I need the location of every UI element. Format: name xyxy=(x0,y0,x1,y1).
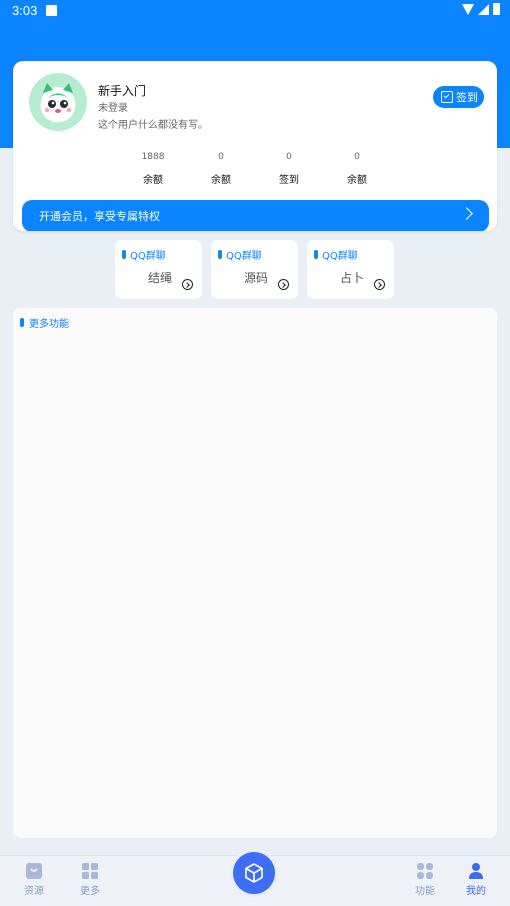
cube-icon xyxy=(245,863,263,883)
chevron-right-icon xyxy=(460,207,473,220)
stat-item[interactable]: 0 余额 xyxy=(327,152,387,186)
function-name: 占卜 xyxy=(340,271,365,285)
tab-label: 资源 xyxy=(24,886,44,897)
vip-banner[interactable]: 开通会员，享受专属特权 xyxy=(22,200,489,231)
signal-icon xyxy=(478,3,489,15)
more-functions-panel: 更多功能 xyxy=(13,308,497,838)
tab-label: 我的 xyxy=(466,886,486,897)
profile-card: 新手入门 未登录 这个用户什么都没有写。 签到 1888 余额 0 余额 0 签… xyxy=(13,61,497,231)
person-icon xyxy=(469,863,483,879)
stats-row: 1888 余额 0 余额 0 签到 0 余额 xyxy=(118,152,428,188)
status-bar: 3:03 xyxy=(0,0,510,22)
function-tag: QQ群聊 xyxy=(122,247,166,262)
stat-label: 签到 xyxy=(279,175,299,186)
stat-item[interactable]: 0 余额 xyxy=(191,152,251,186)
bag-icon xyxy=(26,863,42,879)
center-action-button[interactable] xyxy=(230,849,278,897)
wifi-icon xyxy=(462,3,474,15)
section-title: 更多功能 xyxy=(20,315,69,330)
tag-marker xyxy=(122,250,126,259)
signin-button[interactable]: 签到 xyxy=(433,86,484,108)
signin-label: 签到 xyxy=(456,91,478,104)
system-icons xyxy=(462,3,500,15)
arrow-circle-right-icon xyxy=(374,279,385,290)
vip-banner-text: 开通会员，享受专属特权 xyxy=(39,210,160,223)
login-status[interactable]: 未登录 xyxy=(98,99,128,114)
calendar-check-icon xyxy=(441,91,453,103)
cat-avatar-icon xyxy=(41,83,75,121)
user-bio: 这个用户什么都没有写。 xyxy=(98,120,208,131)
stat-value: 0 xyxy=(354,152,360,162)
function-name: 源码 xyxy=(244,271,269,285)
notification-icon xyxy=(46,5,57,16)
tag-marker xyxy=(314,250,318,259)
stat-value: 0 xyxy=(286,152,292,162)
tab-label: 功能 xyxy=(415,886,435,897)
stat-item[interactable]: 0 签到 xyxy=(259,152,319,186)
tab-functions[interactable]: 功能 xyxy=(405,862,445,897)
function-tag-label: QQ群聊 xyxy=(130,251,166,262)
stat-item[interactable]: 1888 余额 xyxy=(123,152,183,186)
function-card-yuanma[interactable]: QQ群聊 源码 xyxy=(211,240,298,299)
tab-mine[interactable]: 我的 xyxy=(456,862,496,897)
function-card-zhanbu[interactable]: QQ群聊 占卜 xyxy=(307,240,394,299)
stat-value: 1888 xyxy=(141,152,165,162)
stat-value: 0 xyxy=(218,152,224,162)
function-card-jiesheng[interactable]: QQ群聊 结绳 xyxy=(115,240,202,299)
title-marker xyxy=(20,318,24,327)
stat-label: 余额 xyxy=(143,175,163,186)
avatar[interactable] xyxy=(29,73,87,131)
grid-icon xyxy=(417,863,433,879)
arrow-circle-right-icon xyxy=(278,279,289,290)
tab-more[interactable]: 更多 xyxy=(70,862,110,897)
arrow-circle-right-icon xyxy=(182,279,193,290)
function-tag: QQ群聊 xyxy=(218,247,262,262)
status-time: 3:03 xyxy=(12,3,38,18)
function-tag-label: QQ群聊 xyxy=(322,251,358,262)
section-title-text: 更多功能 xyxy=(29,319,69,330)
grid-icon xyxy=(82,863,98,879)
stat-label: 余额 xyxy=(211,175,231,186)
user-name: 新手入门 xyxy=(98,84,147,98)
tag-marker xyxy=(218,250,222,259)
battery-icon xyxy=(493,3,500,15)
function-tag-label: QQ群聊 xyxy=(226,251,262,262)
tab-resources[interactable]: 资源 xyxy=(14,862,54,897)
tab-label: 更多 xyxy=(80,886,100,897)
function-name: 结绳 xyxy=(148,271,173,285)
function-tag: QQ群聊 xyxy=(314,247,358,262)
stat-label: 余额 xyxy=(347,175,367,186)
